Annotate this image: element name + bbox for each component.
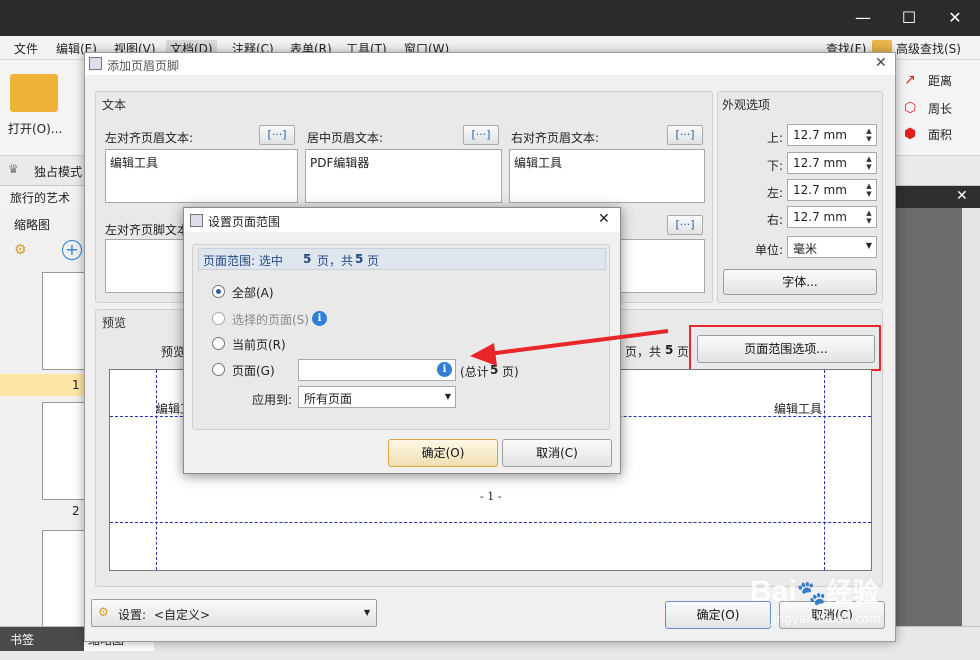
arrow-shaft xyxy=(487,329,669,356)
arrow-head xyxy=(470,343,497,366)
annotation-arrow xyxy=(470,329,669,366)
watermark-brand-text: Bai xyxy=(750,575,797,608)
watermark-suffix: 经验 xyxy=(826,577,879,607)
watermark-brand: Bai🐾经验 xyxy=(750,572,879,609)
paw-icon: 🐾 xyxy=(796,580,827,607)
watermark-url: jingyan.baidu.com xyxy=(770,612,881,626)
